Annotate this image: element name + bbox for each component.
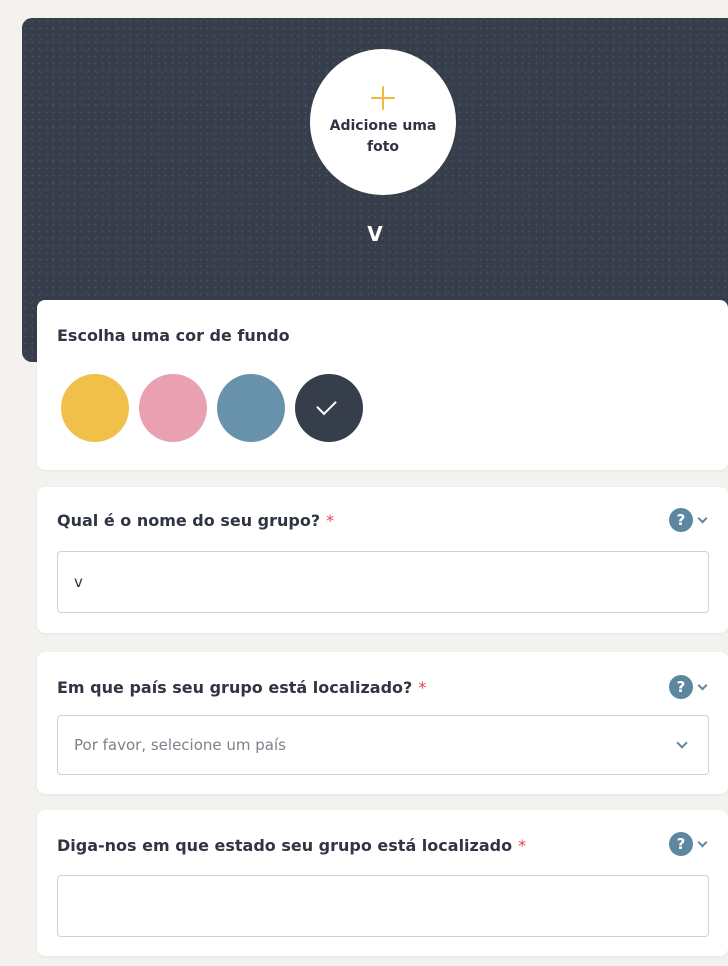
required-star: *	[326, 511, 335, 530]
country-card: Em que país seu grupo está localizado? * …	[37, 652, 728, 794]
background-color-title: Escolha uma cor de fundo	[57, 326, 290, 345]
state-help[interactable]: ?	[669, 832, 708, 856]
help-icon[interactable]: ?	[669, 832, 693, 856]
plus-icon	[371, 86, 395, 110]
state-label: Diga-nos em que estado seu grupo está lo…	[57, 836, 526, 855]
country-select-placeholder: Por favor, selecione um país	[74, 736, 286, 754]
color-swatches	[61, 374, 363, 442]
state-label-text: Diga-nos em que estado seu grupo está lo…	[57, 836, 513, 855]
swatch-yellow[interactable]	[61, 374, 129, 442]
help-icon[interactable]: ?	[669, 508, 693, 532]
group-name-input[interactable]	[57, 551, 709, 613]
chevron-down-icon	[676, 737, 688, 749]
add-photo-label: Adicione uma foto	[329, 118, 437, 155]
create-group-page: Adicione uma foto V Escolha uma cor de f…	[0, 0, 728, 966]
chevron-down-icon[interactable]	[697, 680, 708, 690]
group-initial: V	[367, 222, 383, 246]
group-name-card: Qual é o nome do seu grupo? * ?	[37, 487, 728, 633]
state-input[interactable]	[57, 875, 709, 937]
swatch-dark[interactable]	[295, 374, 363, 442]
state-card: Diga-nos em que estado seu grupo está lo…	[37, 810, 728, 956]
check-icon	[316, 394, 337, 416]
required-star: *	[518, 836, 527, 855]
chevron-down-icon[interactable]	[697, 513, 708, 523]
add-photo-button[interactable]: Adicione uma foto	[310, 49, 456, 195]
swatch-blue[interactable]	[217, 374, 285, 442]
group-name-help[interactable]: ?	[669, 508, 708, 532]
help-icon[interactable]: ?	[669, 675, 693, 699]
country-select[interactable]: Por favor, selecione um país	[57, 715, 709, 775]
group-name-label: Qual é o nome do seu grupo? *	[57, 511, 334, 530]
country-help[interactable]: ?	[669, 675, 708, 699]
chevron-down-icon[interactable]	[697, 837, 708, 847]
required-star: *	[418, 678, 427, 697]
background-color-card: Escolha uma cor de fundo	[37, 300, 728, 470]
group-name-label-text: Qual é o nome do seu grupo?	[57, 511, 321, 530]
swatch-pink[interactable]	[139, 374, 207, 442]
country-label: Em que país seu grupo está localizado? *	[57, 678, 426, 697]
country-label-text: Em que país seu grupo está localizado?	[57, 678, 413, 697]
